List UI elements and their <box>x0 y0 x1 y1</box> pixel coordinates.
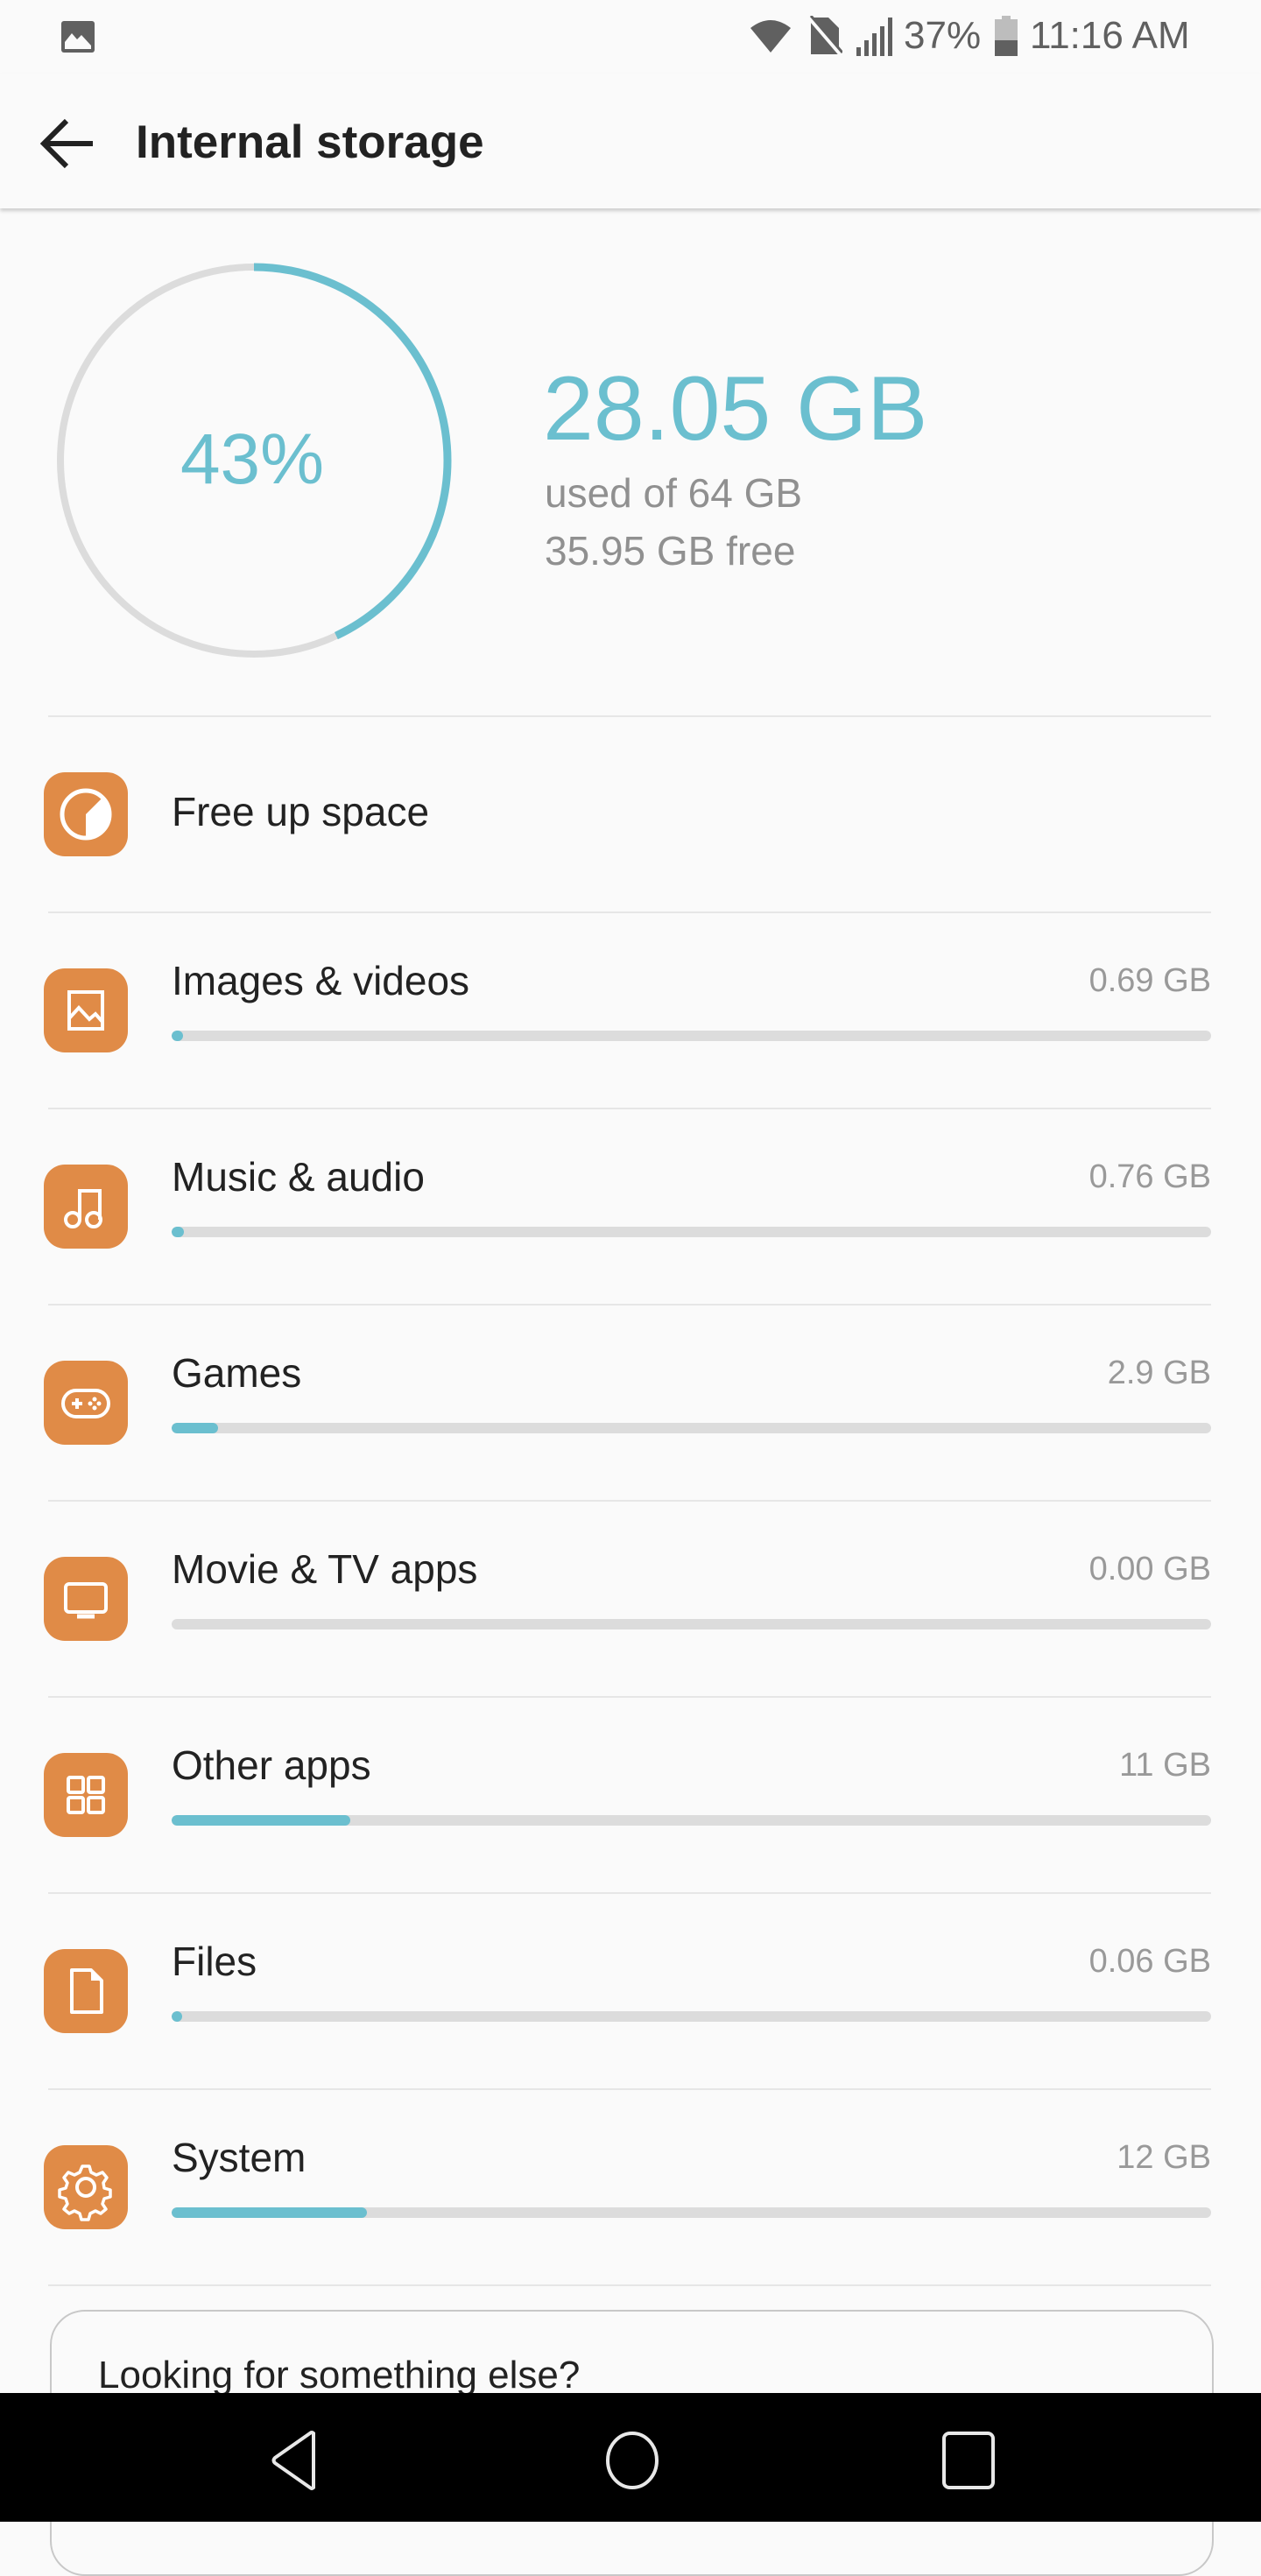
category-label: Games <box>172 1350 302 1396</box>
square-recents-icon <box>942 2432 995 2489</box>
category-usage-bar <box>172 1619 1211 1629</box>
category-label: Movie & TV apps <box>172 1546 478 1592</box>
category-size: 11 GB <box>1119 1747 1211 1784</box>
category-size: 12 GB <box>1117 2139 1211 2176</box>
category-usage-bar <box>172 1815 1211 1826</box>
percent-used: 43% <box>180 419 325 499</box>
category-label: Music & audio <box>172 1154 425 1200</box>
divider <box>48 1696 1211 1698</box>
no-sim-icon <box>807 15 844 60</box>
nav-home-button[interactable] <box>604 2430 660 2495</box>
triangle-back-icon <box>271 2431 315 2490</box>
category-size: 2.9 GB <box>1107 1355 1211 1391</box>
category-label: System <box>172 2135 306 2180</box>
divider <box>48 2284 1211 2286</box>
divider <box>48 911 1211 913</box>
gamepad-icon <box>44 1361 128 1445</box>
storage-category-row[interactable]: Files 0.06 GB <box>0 1892 1261 2088</box>
page-title: Internal storage <box>136 116 484 168</box>
category-usage-bar <box>172 2011 1211 2022</box>
app-bar: Internal storage <box>0 74 1261 208</box>
battery-icon <box>995 16 1018 60</box>
category-size: 0.69 GB <box>1088 962 1211 999</box>
category-usage-fill <box>172 2207 367 2218</box>
divider <box>48 2088 1211 2090</box>
pie-clock-icon <box>44 772 128 856</box>
category-usage-fill <box>172 1815 351 1826</box>
category-label: Other apps <box>172 1742 371 1788</box>
divider <box>48 1108 1211 1109</box>
arrow-left-icon <box>39 118 93 169</box>
category-usage-fill <box>172 2011 182 2022</box>
navigation-bar <box>0 2393 1261 2522</box>
divider <box>48 1892 1211 1894</box>
category-usage-fill <box>172 1227 185 1237</box>
status-bar: 37% 11:16 AM <box>0 0 1261 74</box>
image-icon <box>44 968 128 1052</box>
back-button[interactable] <box>35 109 105 179</box>
battery-percent: 37% <box>904 14 982 57</box>
nav-recents-button[interactable] <box>940 2430 997 2495</box>
category-usage-fill <box>172 1423 219 1433</box>
category-usage-fill <box>172 1031 183 1041</box>
category-label: Images & videos <box>172 958 470 1003</box>
category-size: 0.00 GB <box>1088 1551 1211 1587</box>
storage-category-row[interactable]: System 12 GB <box>0 2088 1261 2284</box>
tv-icon <box>44 1557 128 1641</box>
free-up-space-label: Free up space <box>172 789 430 834</box>
total-capacity: used of 64 GB <box>545 470 803 516</box>
nav-back-button[interactable] <box>268 2430 321 2495</box>
free-amount: 35.95 GB free <box>545 528 796 574</box>
divider <box>48 1500 1211 1502</box>
storage-category-row[interactable]: Movie & TV apps 0.00 GB <box>0 1500 1261 1696</box>
storage-category-row[interactable]: Games 2.9 GB <box>0 1304 1261 1500</box>
used-amount: 28.05 GB <box>543 358 928 460</box>
clock: 11:16 AM <box>1030 14 1190 57</box>
category-size: 0.06 GB <box>1088 1943 1211 1980</box>
category-size: 0.76 GB <box>1088 1158 1211 1195</box>
image-notification-icon <box>60 19 96 59</box>
wifi-icon <box>749 18 793 59</box>
storage-category-row[interactable]: Images & videos 0.69 GB <box>0 911 1261 1108</box>
circle-home-icon <box>606 2432 659 2489</box>
free-up-space-row[interactable]: Free up space <box>0 717 1261 911</box>
category-usage-bar <box>172 1031 1211 1041</box>
category-usage-bar <box>172 1423 1211 1433</box>
card-title: Looking for something else? <box>98 2354 581 2397</box>
divider <box>48 1304 1211 1306</box>
music-note-icon <box>44 1165 128 1249</box>
category-usage-bar <box>172 2207 1211 2218</box>
storage-category-row[interactable]: Music & audio 0.76 GB <box>0 1108 1261 1304</box>
gear-icon <box>44 2145 128 2229</box>
file-icon <box>44 1949 128 2033</box>
grid-icon <box>44 1753 128 1837</box>
storage-category-row[interactable]: Other apps 11 GB <box>0 1696 1261 1892</box>
category-label: Files <box>172 1939 257 1984</box>
category-usage-bar <box>172 1227 1211 1237</box>
signal-icon <box>855 16 893 60</box>
